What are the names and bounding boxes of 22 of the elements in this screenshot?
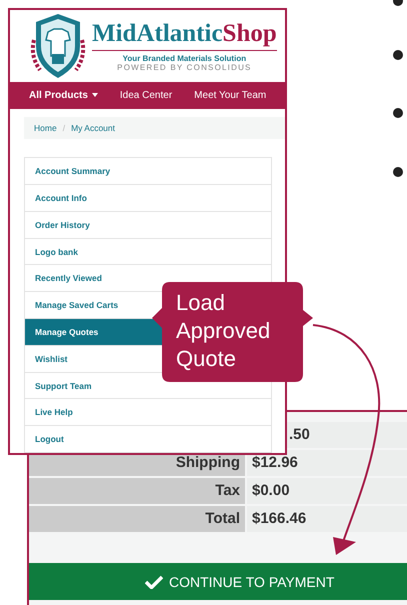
total-value-cell: $0.00 bbox=[247, 478, 407, 504]
checkmark-icon bbox=[145, 574, 163, 588]
powered-by-text: POWERED BY CONSOLIDUS bbox=[117, 62, 252, 72]
logo-wordmark: MidAtlanticShop bbox=[92, 20, 277, 51]
bullet-dot bbox=[393, 108, 403, 118]
continue-to-payment-button[interactable]: CONTINUE TO PAYMENT bbox=[29, 563, 407, 600]
shield-logo-icon bbox=[28, 12, 88, 80]
account-menu-item[interactable]: Logo bank bbox=[25, 238, 271, 266]
breadcrumb-link[interactable]: Home bbox=[34, 123, 57, 134]
total-label-cell: Total bbox=[29, 506, 245, 532]
total-label-cell: Tax bbox=[29, 478, 245, 504]
bullet-dot bbox=[393, 50, 403, 60]
nav-link[interactable]: All Products bbox=[29, 90, 98, 101]
total-value-cell: $166.46 bbox=[247, 506, 407, 532]
breadcrumb-separator: / bbox=[62, 123, 66, 134]
nav-link[interactable]: Idea Center bbox=[120, 90, 172, 101]
nav-link[interactable]: Meet Your Team bbox=[194, 90, 266, 101]
bullet-dot bbox=[393, 167, 403, 177]
breadcrumb-link[interactable]: My Account bbox=[71, 123, 115, 134]
callout-tooltip: Load Approved Quote bbox=[152, 282, 313, 382]
logo-tagline: Your Branded Materials Solution bbox=[122, 54, 246, 63]
total-value-cell: $12.96 bbox=[247, 450, 407, 476]
